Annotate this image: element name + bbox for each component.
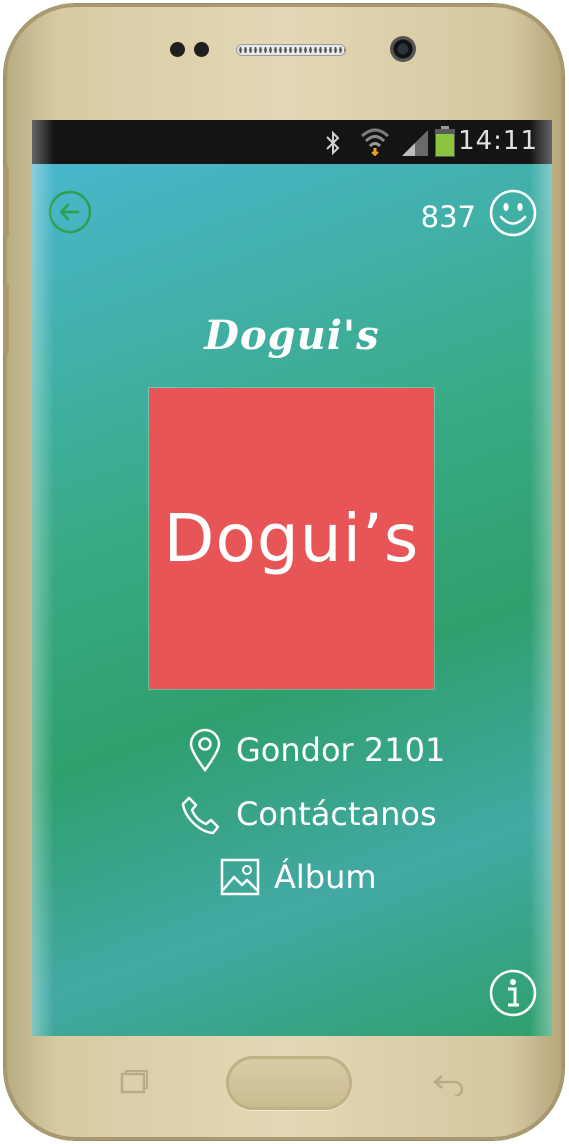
wifi-icon <box>360 128 390 156</box>
back-nav-icon[interactable] <box>430 1070 466 1096</box>
phone-icon <box>181 796 220 835</box>
status-time: 14:11 <box>458 126 538 156</box>
screen-edge <box>530 120 552 1036</box>
sensor-dot <box>194 42 209 57</box>
brand-logo-text: Dogui’s <box>163 500 420 577</box>
phone-frame: 14:11 837 Dogui's Dogui’s Gondor 2101 Co… <box>3 4 564 1140</box>
album-link[interactable]: Álbum <box>220 858 377 896</box>
front-camera <box>390 36 416 62</box>
recent-apps-icon[interactable] <box>116 1070 150 1096</box>
contact-link[interactable]: Contáctanos <box>180 792 437 836</box>
signal-icon <box>402 130 428 156</box>
address-link[interactable]: Gondor 2101 <box>188 728 445 772</box>
battery-icon <box>435 126 455 157</box>
brand-title: Dogui's <box>204 312 380 359</box>
location-pin-icon <box>189 728 221 772</box>
brand-logo: Dogui’s <box>149 388 434 689</box>
earpiece-speaker <box>236 44 346 56</box>
volume-button <box>3 166 9 238</box>
album-text: Álbum <box>274 858 377 896</box>
bluetooth-icon <box>326 130 340 156</box>
screen: 14:11 837 Dogui's Dogui’s Gondor 2101 Co… <box>32 120 552 1036</box>
info-icon[interactable] <box>488 968 538 1018</box>
screen-edge <box>32 120 54 1036</box>
image-icon <box>220 858 260 896</box>
smiley-icon[interactable] <box>488 188 538 238</box>
address-text: Gondor 2101 <box>236 731 446 769</box>
home-button[interactable] <box>226 1056 352 1110</box>
back-button[interactable] <box>48 190 92 234</box>
power-button <box>3 284 9 354</box>
sensor-dot <box>170 42 185 57</box>
points-counter: 837 <box>420 200 476 234</box>
status-bar: 14:11 <box>32 120 552 164</box>
contact-text: Contáctanos <box>236 795 437 833</box>
